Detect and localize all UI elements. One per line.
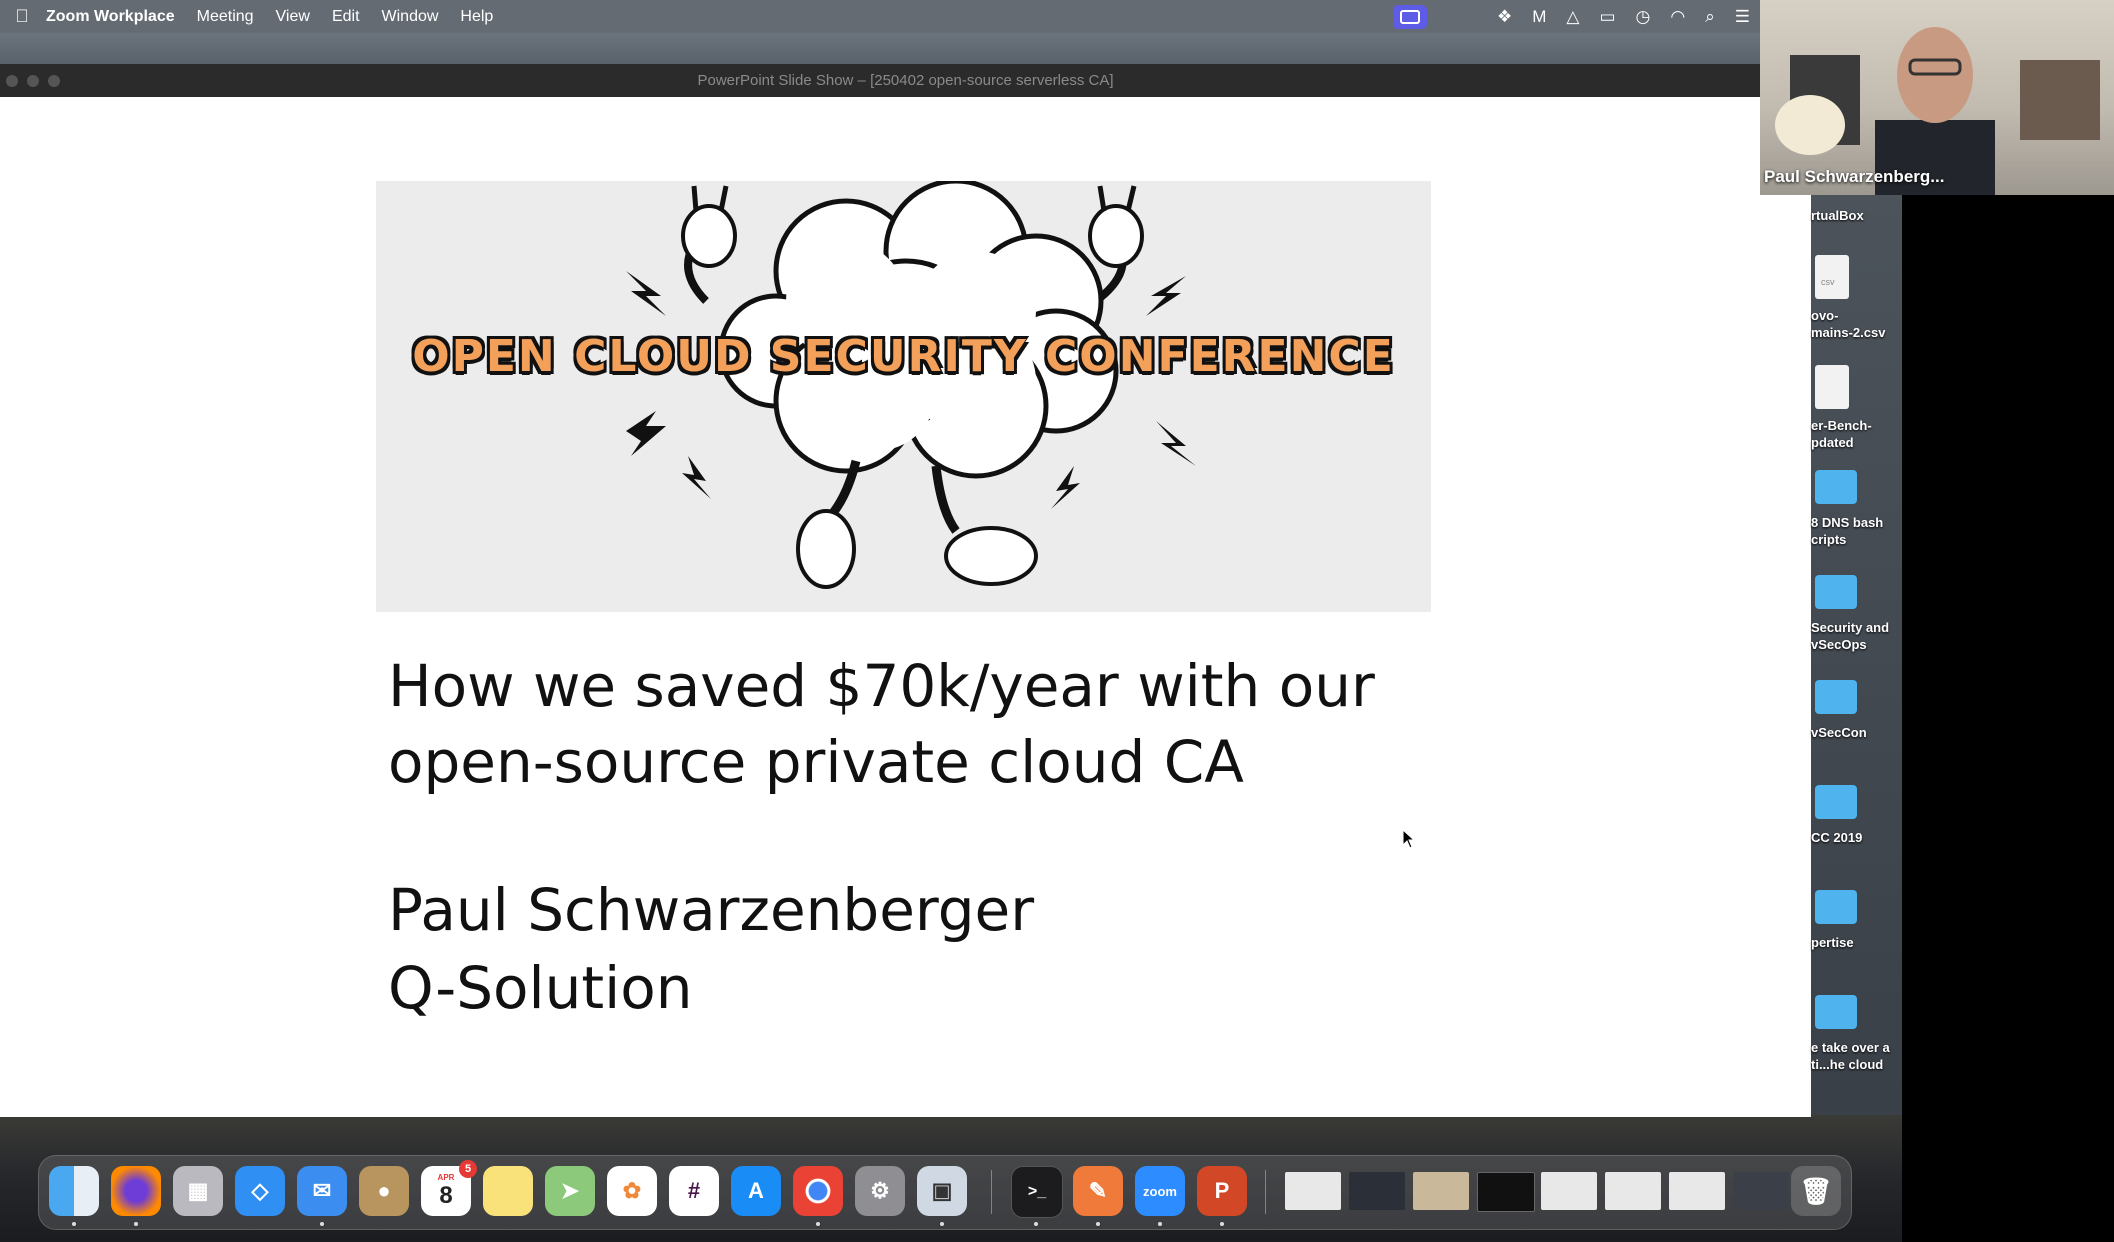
apple-icon[interactable]: 	[8, 6, 36, 27]
dock-separator	[991, 1170, 992, 1214]
drive-icon[interactable]: △	[1566, 7, 1579, 27]
window-controls	[6, 75, 60, 87]
minimized-window-thumbnail[interactable]	[1669, 1172, 1725, 1210]
minimized-window-thumbnail[interactable]	[1413, 1172, 1469, 1210]
chrome-icon[interactable]	[793, 1166, 843, 1216]
dock-separator	[1265, 1170, 1266, 1214]
slideshow-title-bar: PowerPoint Slide Show – [250402 open-sou…	[0, 64, 1811, 97]
folder-icon	[1815, 890, 1857, 924]
conference-banner-title: OPEN CLOUD SECURITY CONFERENCE	[412, 331, 1395, 382]
running-indicator	[320, 1222, 324, 1226]
folder-icon	[1815, 680, 1857, 714]
mouse-pointer-icon	[1402, 828, 1416, 854]
running-indicator	[1220, 1222, 1224, 1226]
spotlight-search-icon[interactable]: ⌕	[1705, 7, 1715, 27]
running-indicator	[816, 1222, 820, 1226]
menu-help[interactable]: Help	[460, 8, 493, 26]
minimized-window-thumbnail[interactable]	[1605, 1172, 1661, 1210]
speaker-name: Paul Schwarzenberger	[388, 876, 1035, 944]
system-settings-icon[interactable]: ⚙	[855, 1166, 905, 1216]
maps-icon[interactable]: ➤	[545, 1166, 595, 1216]
terminal-icon[interactable]: >_	[1011, 1166, 1063, 1218]
malwarebytes-icon[interactable]: M	[1532, 7, 1546, 27]
running-indicator	[134, 1222, 138, 1226]
firefox-icon[interactable]	[111, 1166, 161, 1216]
calendar-badge: 5	[459, 1160, 477, 1178]
notes-icon[interactable]	[483, 1166, 533, 1216]
minimized-window-thumbnail[interactable]	[1285, 1172, 1341, 1210]
minimized-window-thumbnail[interactable]	[1349, 1172, 1405, 1210]
launchpad-icon[interactable]: ▦	[173, 1166, 223, 1216]
menu-app-name[interactable]: Zoom Workplace	[46, 8, 175, 26]
powerpoint-icon[interactable]: P	[1197, 1166, 1247, 1216]
app-store-icon[interactable]: A	[731, 1166, 781, 1216]
document-file-icon	[1815, 365, 1849, 409]
talk-title: How we saved $70k/year with our open-sou…	[388, 648, 1438, 800]
background-window-strip	[0, 33, 1760, 64]
wifi-icon[interactable]: ◠	[1670, 7, 1685, 27]
folder-icon	[1815, 785, 1857, 819]
talk-title-line-2: open-source private cloud CA	[388, 728, 1244, 796]
trash-icon[interactable]: 🗑	[1791, 1166, 1841, 1216]
folder-icon	[1815, 575, 1857, 609]
folder-icon	[1815, 995, 1857, 1029]
desktop-icons-column: rtualBox csv ovo- mains-2.csv er-Bench- …	[1811, 195, 1902, 1115]
contacts-icon[interactable]: ●	[359, 1166, 409, 1216]
menu-view[interactable]: View	[276, 8, 310, 26]
status-icons: ❖ M △ ▭ ◷ ◠ ⌕ ☰	[1383, 0, 1760, 33]
calendar-month-label: APR	[437, 1172, 455, 1182]
zoom-share-status-icon[interactable]	[1392, 4, 1427, 29]
conference-banner: OPEN CLOUD SECURITY CONFERENCE	[376, 181, 1431, 612]
maximize-window-button[interactable]	[48, 75, 60, 87]
menu-meeting[interactable]: Meeting	[197, 8, 254, 26]
safari-icon[interactable]: ◇	[235, 1166, 285, 1216]
close-window-button[interactable]	[6, 75, 18, 87]
dock: ▦ ◇ ✉ ● APR 8 5 ➤ ✿ # A ⚙ ▣ >_ ✎ zoom P …	[38, 1155, 1852, 1230]
finder-icon[interactable]	[49, 1166, 99, 1216]
minimized-window-thumbnail[interactable]	[1541, 1172, 1597, 1210]
cloud-mascot-illustration	[626, 181, 1196, 589]
zoom-icon[interactable]: zoom	[1135, 1166, 1185, 1216]
menu-edit[interactable]: Edit	[332, 8, 360, 26]
mail-icon[interactable]: ✉	[297, 1166, 347, 1216]
preview-icon[interactable]: ▣	[917, 1166, 967, 1216]
slack-icon[interactable]: #	[669, 1166, 719, 1216]
minimize-window-button[interactable]	[27, 75, 39, 87]
minimized-window-thumbnail[interactable]	[1477, 1172, 1535, 1212]
control-center-icon[interactable]: ☰	[1735, 7, 1750, 27]
folder-icon	[1815, 470, 1857, 504]
participant-video-tile[interactable]: Paul Schwarzenberg...	[1760, 0, 2114, 195]
running-indicator	[1034, 1222, 1038, 1226]
slideshow-window-title: PowerPoint Slide Show – [250402 open-sou…	[697, 72, 1114, 89]
photos-icon[interactable]: ✿	[607, 1166, 657, 1216]
running-indicator	[1096, 1222, 1100, 1226]
menu-window[interactable]: Window	[382, 8, 439, 26]
csv-file-icon: csv	[1815, 255, 1849, 299]
battery-icon[interactable]: ▭	[1599, 7, 1615, 27]
calendar-icon[interactable]: APR 8 5	[421, 1160, 477, 1216]
talk-title-line-1: How we saved $70k/year with our	[388, 652, 1375, 720]
running-indicator	[1158, 1222, 1162, 1226]
running-indicator	[940, 1222, 944, 1226]
dropbox-icon[interactable]: ❖	[1497, 7, 1512, 27]
participant-name-label: Paul Schwarzenberg...	[1764, 167, 1945, 186]
pen-app-icon[interactable]: ✎	[1073, 1166, 1123, 1216]
company-name: Q-Solution	[388, 954, 693, 1022]
participant-video-feed	[1775, 27, 2100, 195]
minimized-window-thumbnail[interactable]	[1733, 1172, 1789, 1210]
running-indicator	[72, 1222, 76, 1226]
menu-bar:  Zoom Workplace Meeting View Edit Windo…	[0, 0, 1760, 33]
calendar-day-label: 8	[439, 1181, 453, 1209]
time-machine-icon[interactable]: ◷	[1636, 7, 1651, 27]
